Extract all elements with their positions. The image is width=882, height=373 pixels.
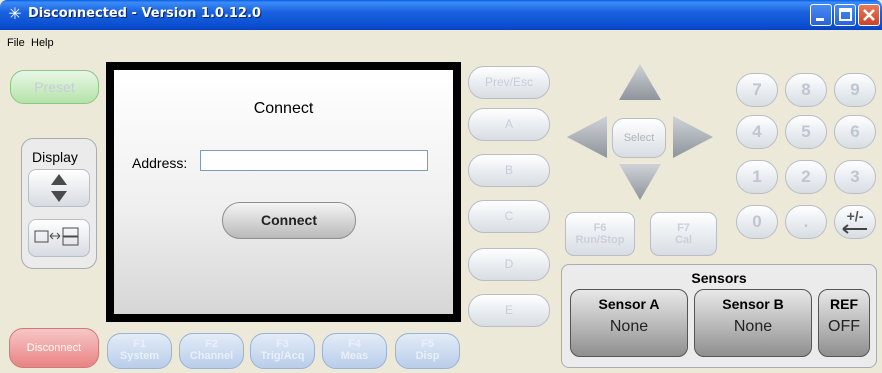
up-arrow-button[interactable] [617, 62, 663, 102]
menu-help[interactable]: Help [31, 37, 54, 49]
address-label: Address: [132, 155, 188, 171]
display-updown-button[interactable] [28, 169, 90, 207]
window-title: Disconnected - Version 1.0.12.0 [28, 6, 261, 21]
app-window: ✳ Disconnected - Version 1.0.12.0 File H… [0, 0, 882, 373]
f4-meas-button[interactable]: F4 Meas [322, 333, 387, 369]
f7-sublabel: Cal [674, 234, 693, 246]
down-arrow-icon [619, 164, 661, 200]
sensor-b-button[interactable]: Sensor B None [694, 289, 812, 357]
left-arrow-button[interactable] [565, 114, 609, 160]
softkey-d[interactable]: D [468, 248, 550, 281]
backspace-arrow-icon [842, 224, 867, 234]
select-button[interactable]: Select [612, 118, 666, 158]
minimize-button[interactable] [810, 4, 832, 26]
f3-sublabel: Trig/Acq [260, 350, 305, 362]
menu-file[interactable]: File [7, 37, 25, 49]
up-down-arrows-icon [51, 174, 67, 202]
disconnect-button[interactable]: Disconnect [9, 328, 99, 368]
f6-sublabel: Run/Stop [575, 234, 625, 246]
display-layout-button[interactable] [28, 219, 90, 257]
f5-sublabel: Disp [415, 350, 440, 362]
numpad-2[interactable]: 2 [785, 160, 827, 194]
numpad-8[interactable]: 8 [785, 73, 827, 107]
f1-sublabel: System [119, 350, 160, 362]
ref-button[interactable]: REF OFF [818, 289, 870, 357]
sensor-a-value: None [609, 318, 649, 335]
up-arrow-icon [619, 64, 661, 100]
preset-button[interactable]: Preset [10, 70, 99, 104]
f2-channel-button[interactable]: F2 Channel [179, 333, 244, 369]
ref-label: REF [830, 296, 858, 312]
dialog-title: Connect [253, 100, 314, 117]
f7-label: F7 [677, 222, 690, 234]
sensor-b-value: None [733, 318, 773, 335]
close-icon [863, 9, 875, 21]
display-group: Display [21, 138, 97, 269]
sensor-a-label: Sensor A [598, 296, 660, 312]
app-logo-icon: ✳ [8, 4, 22, 23]
numpad-plus-minus-backspace[interactable]: +/- [834, 205, 876, 239]
right-arrow-icon [673, 116, 713, 158]
maximize-icon [839, 8, 852, 21]
connect-dialog: Connect Address: Connect [114, 70, 453, 314]
sensors-panel: Sensors Sensor A None Sensor B None REF … [561, 264, 877, 368]
numpad-5[interactable]: 5 [785, 115, 827, 149]
plus-minus-label: +/- [846, 208, 864, 224]
numpad-3[interactable]: 3 [834, 160, 876, 194]
softkey-b[interactable]: B [468, 154, 550, 187]
display-label: Display [32, 149, 78, 165]
f6-label: F6 [593, 222, 607, 234]
down-arrow-button[interactable] [617, 162, 663, 202]
softkey-prev-esc[interactable]: Prev/Esc [468, 66, 550, 99]
f3-label: F3 [276, 338, 289, 350]
layout-swap-icon [34, 227, 79, 246]
numpad-0[interactable]: 0 [736, 205, 778, 239]
numpad-9[interactable]: 9 [834, 73, 876, 107]
sensor-b-label: Sensor B [722, 296, 784, 312]
f1-system-button[interactable]: F1 System [107, 333, 172, 369]
menu-bar: File Help [0, 30, 882, 54]
numpad-1[interactable]: 1 [736, 160, 778, 194]
close-button[interactable] [858, 4, 880, 26]
address-input[interactable] [200, 150, 428, 171]
f4-label: F4 [348, 338, 361, 350]
sensor-a-button[interactable]: Sensor A None [570, 289, 688, 357]
softkey-c[interactable]: C [468, 200, 550, 233]
softkey-e[interactable]: E [468, 294, 550, 327]
f4-sublabel: Meas [340, 350, 369, 362]
left-arrow-icon [567, 116, 607, 158]
f5-disp-button[interactable]: F5 Disp [395, 333, 460, 369]
title-bar[interactable]: ✳ Disconnected - Version 1.0.12.0 [0, 0, 882, 30]
connect-button[interactable]: Connect [222, 202, 356, 239]
f1-label: F1 [133, 338, 146, 350]
numpad-7[interactable]: 7 [736, 73, 778, 107]
f3-trig-acq-button[interactable]: F3 Trig/Acq [250, 333, 315, 369]
f6-run-stop-button[interactable]: F6 Run/Stop [565, 212, 635, 256]
f7-cal-button[interactable]: F7 Cal [650, 212, 717, 256]
ref-value: OFF [828, 318, 860, 335]
f2-label: F2 [205, 338, 218, 350]
right-arrow-button[interactable] [671, 114, 715, 160]
softkey-a[interactable]: A [468, 108, 550, 141]
maximize-button[interactable] [834, 4, 856, 26]
numpad-4[interactable]: 4 [736, 115, 778, 149]
instrument-screen: Connect Address: Connect [106, 62, 461, 322]
minimize-icon [816, 18, 824, 21]
sensors-title: Sensors [691, 270, 747, 286]
numpad-decimal[interactable]: . [785, 205, 827, 239]
f2-sublabel: Channel [189, 350, 234, 362]
numpad-6[interactable]: 6 [834, 115, 876, 149]
f5-label: F5 [421, 338, 434, 350]
